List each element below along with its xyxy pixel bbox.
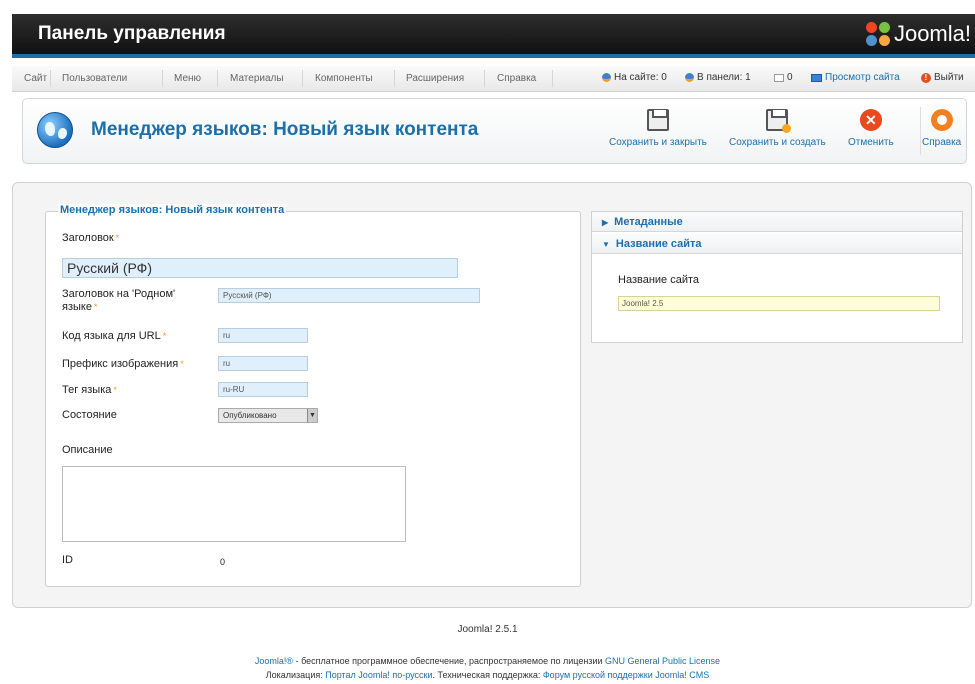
state-select[interactable]: Опубликовано ▼ [218, 408, 318, 423]
save-new-button[interactable]: Сохранить и создать [729, 109, 826, 148]
joomla-logo: Joomla! [865, 21, 971, 47]
caret-right-icon: ▶ [602, 218, 609, 227]
save-close-button[interactable]: Сохранить и закрыть [609, 109, 707, 148]
logo-text: Joomla! [893, 21, 971, 46]
users-icon [602, 73, 611, 82]
localization-line: Локализация: Портал Joomla! по-русски. Т… [265, 670, 710, 680]
portal-link[interactable]: Портал Joomla! по-русски [325, 670, 432, 680]
language-tag-input[interactable]: ru-RU [218, 382, 308, 397]
title-input[interactable]: Русский (РФ) [62, 258, 458, 278]
messages-status[interactable]: 0 [774, 72, 793, 83]
native-title-input[interactable]: Русский (РФ) [218, 288, 480, 303]
admin-header: Панель управления Joomla! [12, 14, 975, 58]
save-close-label: Сохранить и закрыть [609, 137, 707, 148]
online-site-status: На сайте: 0 [602, 72, 667, 83]
message-icon [774, 73, 784, 82]
menu-item-content[interactable]: Материалы [230, 73, 284, 84]
version-text: Joomla! 2.5.1 [457, 624, 518, 635]
menu-item-site[interactable]: Сайт [24, 73, 47, 84]
license-line: Joomla!® - бесплатное программное обеспе… [254, 656, 721, 666]
url-code-input[interactable]: ru [218, 328, 308, 343]
forum-link[interactable]: Форум русской поддержки Joomla! CMS [543, 670, 709, 680]
id-value: 0 [220, 557, 226, 567]
view-site-text[interactable]: Просмотр сайта [825, 72, 900, 83]
joomla-link[interactable]: Joomla!® [255, 656, 293, 666]
globe-icon [37, 112, 73, 148]
header-title: Панель управления [38, 23, 226, 44]
cancel-label: Отменить [848, 137, 894, 148]
form-legend: Менеджер языков: Новый язык контента [58, 204, 287, 216]
gpl-link[interactable]: GNU General Public License [605, 656, 720, 666]
title-label: Заголовок * [62, 232, 120, 244]
url-code-label: Код языка для URL * [62, 330, 167, 342]
cancel-button[interactable]: ✕ Отменить [848, 109, 894, 148]
logout-icon: ! [921, 72, 931, 83]
users-icon [685, 73, 694, 82]
chevron-down-icon: ▼ [307, 409, 317, 422]
cancel-icon: ✕ [859, 109, 882, 131]
native-title-label: Заголовок на 'Родном' языке * [62, 288, 176, 313]
main-panel: Менеджер языков: Новый язык контента Заг… [12, 182, 972, 608]
site-name-section-header[interactable]: ▼ Название сайта [592, 234, 962, 254]
caret-down-icon: ▼ [602, 240, 610, 249]
menu-item-components[interactable]: Компоненты [315, 73, 373, 84]
metadata-section-header[interactable]: ▶ Метаданные [592, 212, 962, 232]
options-accordion: ▶ Метаданные ▼ Название сайта Название сай… [591, 211, 963, 343]
save-icon [646, 109, 669, 131]
monitor-icon [811, 73, 822, 82]
online-admin-count: В панели: 1 [697, 72, 751, 83]
image-prefix-label: Префикс изображения * [62, 358, 184, 370]
language-form: Менеджер языков: Новый язык контента Заг… [45, 204, 581, 587]
language-tag-label: Тег языка * [62, 384, 117, 396]
save-new-label: Сохранить и создать [729, 137, 826, 148]
help-icon [930, 109, 953, 131]
messages-count: 0 [787, 72, 793, 83]
menu-item-help[interactable]: Справка [497, 73, 536, 84]
view-site-link[interactable]: Просмотр сайта [811, 72, 900, 83]
logout-link[interactable]: ! Выйти [921, 72, 964, 83]
joomla-logo-icon [865, 22, 890, 46]
menu-item-users[interactable]: Пользователи [62, 73, 127, 84]
page-title: Менеджер языков: Новый язык контента [91, 119, 479, 140]
logout-text[interactable]: Выйти [934, 72, 964, 83]
image-prefix-input[interactable]: ru [218, 356, 308, 371]
help-label: Справка [922, 137, 962, 148]
save-new-icon [766, 109, 792, 133]
main-menu: Сайт Пользователи Меню Материалы Компоне… [12, 66, 975, 92]
id-label: ID [62, 554, 73, 566]
online-admin-status: В панели: 1 [685, 72, 751, 83]
online-site-count: На сайте: 0 [614, 72, 667, 83]
site-name-label: Название сайта [618, 274, 700, 286]
state-selected-value: Опубликовано [223, 411, 277, 420]
site-name-input[interactable]: Joomla! 2.5 [618, 296, 940, 311]
menu-item-menus[interactable]: Меню [174, 73, 201, 84]
help-button[interactable]: Справка [922, 109, 961, 148]
state-label: Состояние [62, 409, 117, 421]
menu-item-extensions[interactable]: Расширения [406, 73, 464, 84]
description-textarea[interactable] [62, 466, 406, 542]
toolbar: Менеджер языков: Новый язык контента Сох… [22, 98, 967, 164]
description-label: Описание [62, 444, 113, 456]
